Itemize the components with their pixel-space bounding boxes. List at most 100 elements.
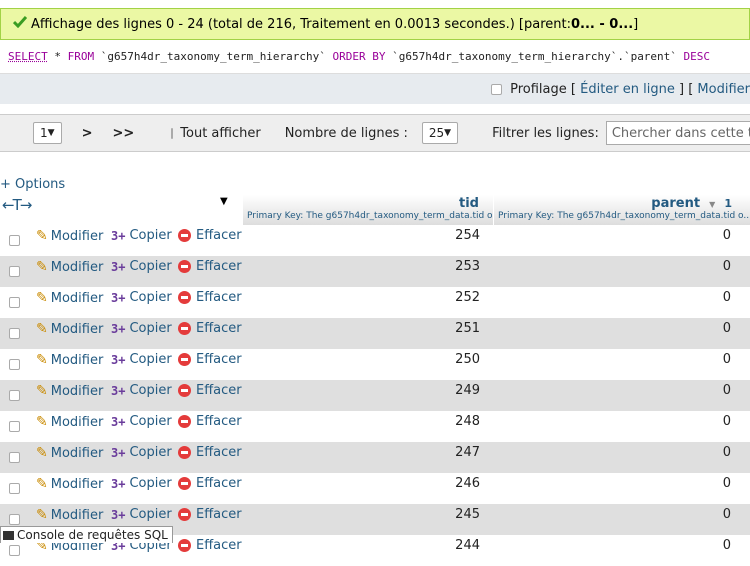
table-row[interactable]: ✎ Modifier 3+ Copier Effacer 247 0 [0, 442, 750, 473]
next-page-button[interactable]: > [82, 126, 93, 141]
cell-parent[interactable]: 0 [493, 445, 731, 460]
cell-tid[interactable]: 248 [243, 414, 480, 429]
delete-row-button[interactable]: Effacer [178, 321, 242, 336]
column-name-parent[interactable]: parent ▼ 1 [651, 196, 732, 211]
sql-select[interactable]: SELECT [8, 50, 48, 63]
profiling-checkbox[interactable] [491, 83, 503, 95]
last-page-button[interactable]: >> [112, 126, 134, 141]
cell-parent[interactable]: 0 [493, 414, 731, 429]
edit-row-button[interactable]: ✎ Modifier [36, 476, 103, 492]
cell-parent[interactable]: 0 [493, 476, 731, 491]
delete-row-button[interactable]: Effacer [178, 383, 242, 398]
column-resize-arrows-icon[interactable]: ←T→ [2, 196, 32, 214]
cell-parent[interactable]: 0 [493, 228, 731, 243]
filter-input[interactable]: Chercher dans cette table [605, 121, 750, 145]
profiling-label[interactable]: Profilage [510, 82, 567, 97]
cell-parent[interactable]: 0 [493, 538, 731, 553]
column-name-tid[interactable]: tid [459, 196, 479, 211]
row-checkbox[interactable] [9, 514, 20, 525]
row-checkbox[interactable] [9, 390, 20, 401]
table-row[interactable]: ✎ Modifier 3+ Copier Effacer 248 0 [0, 411, 750, 442]
edit-row-button[interactable]: ✎ Modifier [36, 383, 103, 399]
delete-row-button[interactable]: Effacer [178, 259, 242, 274]
column-header-parent[interactable]: parent ▼ 1 Primary Key: The g657h4dr_tax… [493, 195, 750, 225]
delete-row-button[interactable]: Effacer [178, 414, 242, 429]
copy-row-button[interactable]: 3+ Copier [111, 290, 172, 305]
row-checkbox[interactable] [9, 483, 20, 494]
copy-row-button[interactable]: 3+ Copier [111, 445, 172, 460]
edit-label: Modifier [50, 228, 104, 244]
cell-parent[interactable]: 0 [493, 507, 731, 522]
cell-parent[interactable]: 0 [493, 383, 731, 398]
copy-row-button[interactable]: 3+ Copier [111, 321, 172, 336]
row-checkbox[interactable] [9, 235, 20, 246]
cell-parent[interactable]: 0 [493, 321, 731, 336]
column-header-tid[interactable]: tid Primary Key: The g657h4dr_taxonomy_t… [242, 195, 501, 225]
cell-tid[interactable]: 246 [243, 476, 480, 491]
cell-tid[interactable]: 244 [243, 538, 480, 553]
copy-row-button[interactable]: 3+ Copier [111, 352, 172, 367]
table-row[interactable]: ✎ Modifier 3+ Copier Effacer 250 0 [0, 349, 750, 380]
cell-tid[interactable]: 253 [243, 259, 480, 274]
edit-row-button[interactable]: ✎ Modifier [36, 352, 103, 368]
copy-label: Copier [129, 414, 172, 429]
table-row[interactable]: ✎ Modifier 3+ Copier Effacer 253 0 [0, 256, 750, 287]
copy-row-button[interactable]: 3+ Copier [111, 259, 172, 274]
success-message: Affichage des lignes 0 - 24 (total de 21… [0, 8, 750, 40]
show-all-label[interactable]: Tout afficher [180, 126, 260, 141]
row-checkbox[interactable] [9, 297, 20, 308]
rows-select[interactable]: 25 ▼ [421, 122, 459, 144]
delete-row-button[interactable]: Effacer [178, 228, 242, 243]
cell-tid[interactable]: 247 [243, 445, 480, 460]
edit-row-button[interactable]: ✎ Modifier [36, 259, 103, 275]
table-row[interactable]: ✎ Modifier 3+ Copier Effacer 254 0 [0, 225, 750, 256]
cell-tid[interactable]: 252 [243, 290, 480, 305]
edit-row-button[interactable]: ✎ Modifier [36, 414, 103, 430]
table-row[interactable]: ✎ Modifier 3+ Copier Effacer 252 0 [0, 287, 750, 318]
delete-row-button[interactable]: Effacer [178, 352, 242, 367]
cell-tid[interactable]: 254 [243, 228, 480, 243]
delete-row-button[interactable]: Effacer [178, 290, 242, 305]
column-menu-icon[interactable]: ▼ [220, 196, 228, 207]
table-row[interactable]: ✎ Modifier 3+ Copier Effacer 249 0 [0, 380, 750, 411]
copy-row-button[interactable]: 3+ Copier [111, 507, 172, 522]
delete-row-button[interactable]: Effacer [178, 445, 242, 460]
delete-row-button[interactable]: Effacer [178, 538, 242, 553]
page-select[interactable]: 1 ▼ [33, 122, 62, 144]
copy-icon: 3+ [111, 383, 126, 398]
edit-inline-link[interactable]: Éditer en ligne [580, 82, 675, 97]
cell-tid[interactable]: 250 [243, 352, 480, 367]
copy-row-button[interactable]: 3+ Copier [111, 414, 172, 429]
edit-row-button[interactable]: ✎ Modifier [36, 290, 103, 306]
copy-row-button[interactable]: 3+ Copier [111, 476, 172, 491]
edit-row-button[interactable]: ✎ Modifier [36, 228, 103, 244]
table-row[interactable]: ✎ Modifier 3+ Copier Effacer 246 0 [0, 473, 750, 504]
delete-label: Effacer [196, 414, 242, 429]
copy-row-button[interactable]: 3+ Copier [111, 383, 172, 398]
sql-order: ORDER BY [332, 50, 386, 63]
show-all-checkbox[interactable] [171, 127, 174, 139]
row-checkbox[interactable] [9, 421, 20, 432]
table-row[interactable]: ✎ Modifier 3+ Copier Effacer 251 0 [0, 318, 750, 349]
row-checkbox[interactable] [9, 452, 20, 463]
sql-console-toggle[interactable]: Console de requêtes SQL [0, 526, 173, 543]
edit-row-button[interactable]: ✎ Modifier [36, 445, 103, 461]
delete-row-button[interactable]: Effacer [178, 476, 242, 491]
row-checkbox[interactable] [9, 359, 20, 370]
cell-parent[interactable]: 0 [493, 352, 731, 367]
row-checkbox[interactable] [9, 266, 20, 277]
edit-row-button[interactable]: ✎ Modifier [36, 507, 103, 523]
row-checkbox[interactable] [9, 328, 20, 339]
cell-parent[interactable]: 0 [493, 290, 731, 305]
row-checkbox[interactable] [9, 545, 20, 556]
delete-row-button[interactable]: Effacer [178, 507, 242, 522]
copy-row-button[interactable]: 3+ Copier [111, 228, 172, 243]
cell-tid[interactable]: 245 [243, 507, 480, 522]
options-link[interactable]: + Options [0, 177, 65, 192]
cell-tid[interactable]: 249 [243, 383, 480, 398]
cell-parent[interactable]: 0 [493, 259, 731, 274]
modify-query-link[interactable]: Modifier [697, 82, 750, 97]
cell-tid[interactable]: 251 [243, 321, 480, 336]
edit-row-button[interactable]: ✎ Modifier [36, 321, 103, 337]
delete-label: Effacer [196, 259, 242, 274]
